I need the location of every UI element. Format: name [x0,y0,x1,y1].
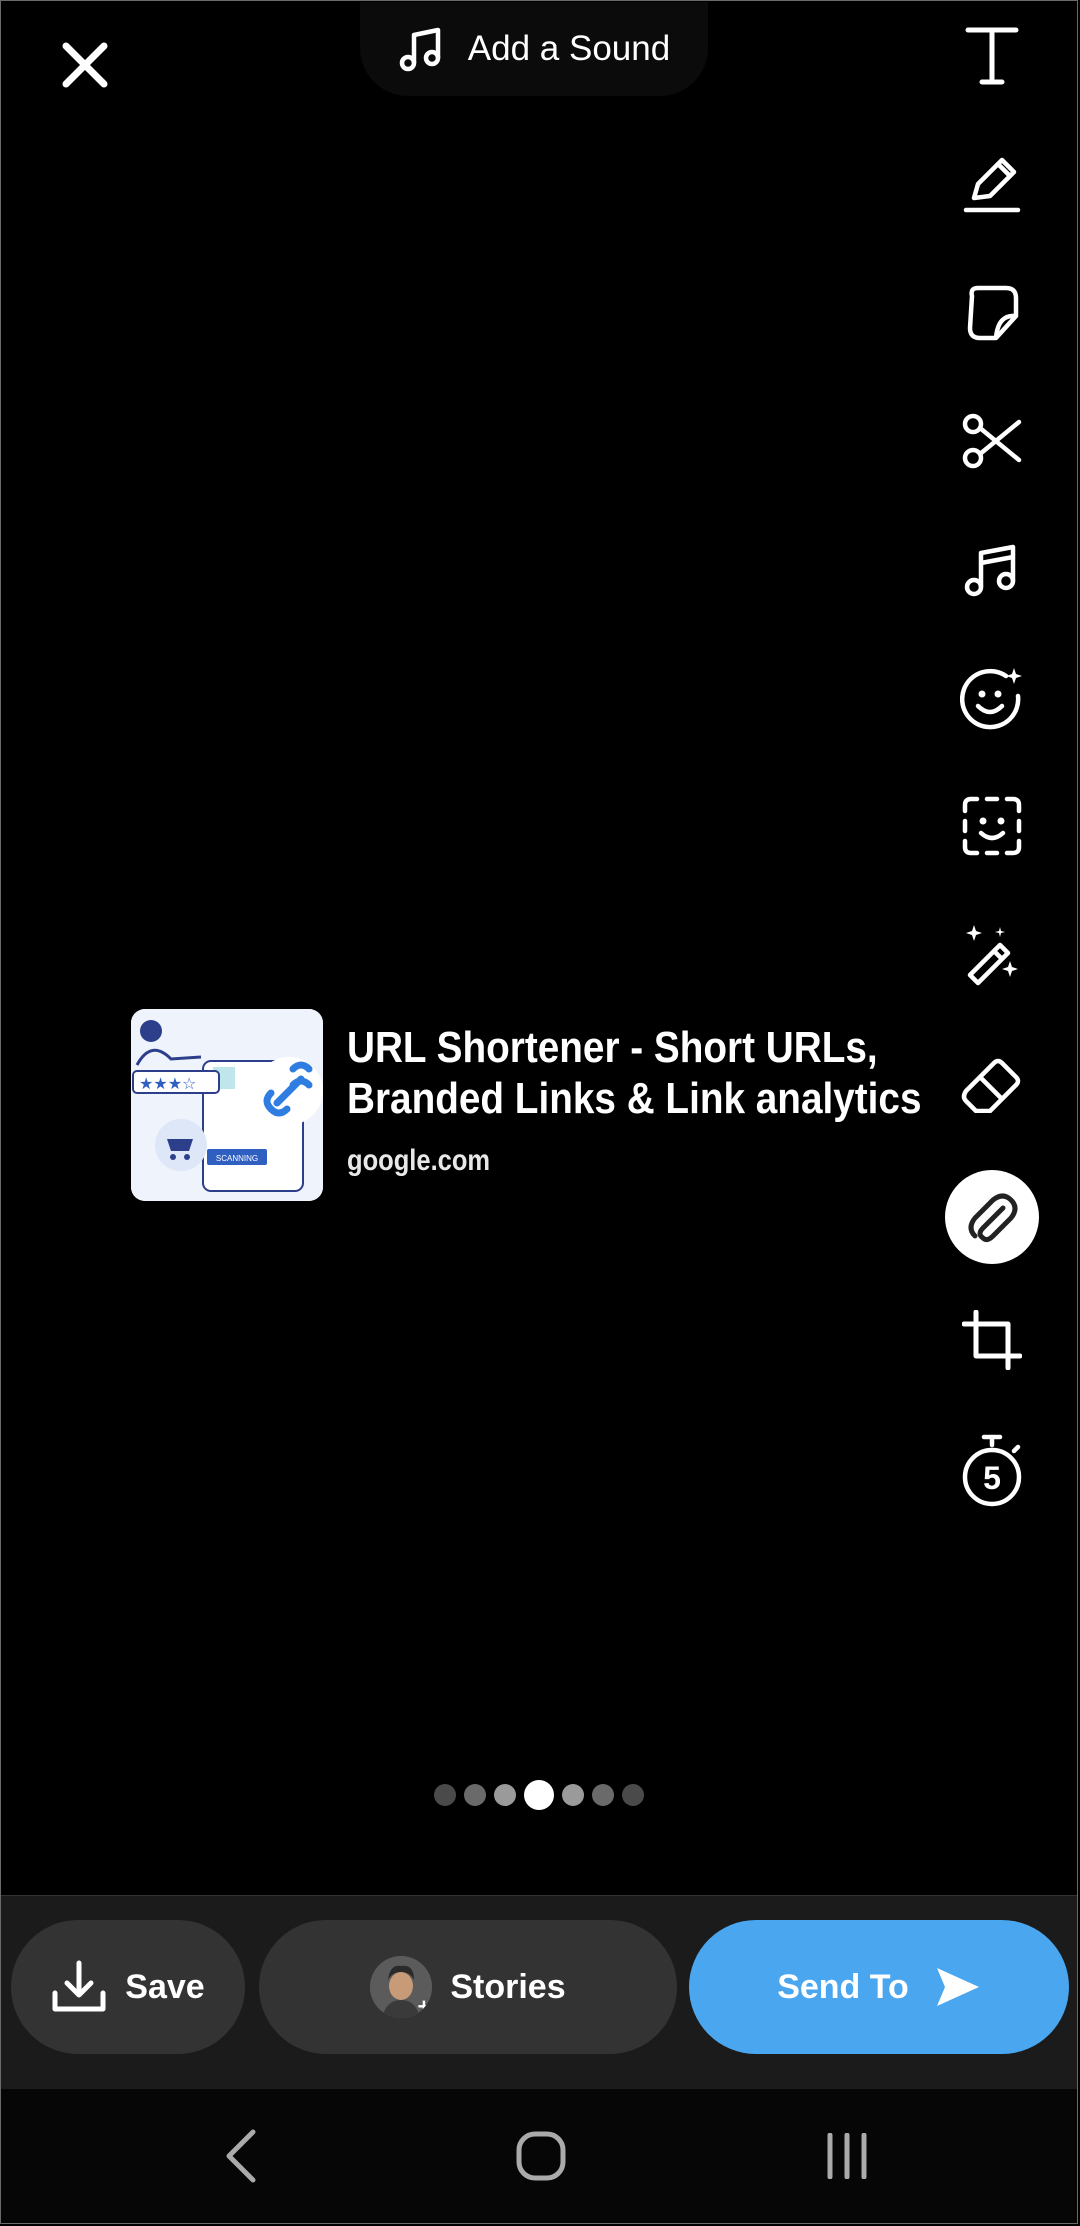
save-label: Save [125,1967,205,2006]
add-story-plus-icon: + [417,1994,431,2018]
paperclip-icon [968,1193,1018,1243]
add-sound-label: Add a Sound [467,29,671,68]
link-title-line1: URL Shortener - Short URLs, [347,1023,878,1072]
nav-recents-button[interactable] [807,2121,887,2191]
nav-back-button[interactable] [201,2121,281,2191]
music-tool[interactable] [952,530,1032,610]
pencil-icon [963,157,1021,213]
link-card[interactable]: ★★★☆ SCANNING URL Shortener - Short URLs… [131,1009,922,1201]
send-to-label: Send To [777,1967,909,2006]
draw-tool[interactable] [952,145,1032,225]
link-domain: google.com [347,1144,491,1177]
text-icon [965,27,1019,85]
sticker-tool[interactable] [952,273,1032,353]
stories-button[interactable]: + Stories [259,1920,677,2054]
save-button[interactable]: Save [11,1920,245,2054]
timer-value: 5 [983,1460,1001,1496]
link-tool[interactable] [945,1170,1039,1264]
smiley-sparkle-icon [960,668,1022,730]
scissors-icon [962,413,1022,469]
magic-tool[interactable] [952,915,1032,995]
timer-tool[interactable]: 5 [952,1430,1032,1510]
download-icon [52,1960,106,2012]
timer-icon: 5 [962,1434,1022,1507]
back-chevron-icon [226,2129,256,2183]
pager-dot[interactable] [562,1784,584,1806]
bottom-action-bar: Save + Stories Send To [1,1895,1077,2090]
eraser-icon [961,1058,1021,1113]
link-thumbnail-illustration: ★★★☆ SCANNING [131,1009,323,1201]
home-square-icon [516,2131,566,2181]
pager-dots [434,1780,644,1810]
system-nav-bar [1,2089,1077,2223]
crop-tool[interactable] [952,1300,1032,1380]
eraser-tool[interactable] [952,1044,1032,1124]
crop-icon [962,1310,1022,1370]
text-tool[interactable] [952,15,1032,95]
stories-label: Stories [450,1967,566,2006]
send-arrow-icon [936,1968,979,2006]
pager-dot[interactable] [494,1784,516,1806]
face-scan-icon [962,796,1022,856]
music-note-icon [964,544,1016,597]
pager-dot[interactable] [434,1784,456,1806]
music-note-icon [399,27,441,72]
pager-dot[interactable] [464,1784,486,1806]
scan-tool[interactable] [952,786,1032,866]
add-sound-button[interactable]: Add a Sound [360,2,708,96]
pager-dot-active[interactable] [524,1780,554,1810]
pager-dot[interactable] [622,1784,644,1806]
magic-wand-icon [966,925,1018,986]
link-thumbnail: ★★★☆ SCANNING [131,1009,323,1201]
avatar: + [370,1956,433,2018]
send-to-button[interactable]: Send To [689,1920,1069,2054]
link-title-line2: Branded Links & Link analytics [347,1074,922,1123]
close-button[interactable] [50,30,120,100]
scissors-tool[interactable] [952,401,1032,481]
close-icon [62,42,108,88]
lens-tool[interactable] [952,658,1032,738]
thumbnail-badge: SCANNING [216,1154,258,1163]
svg-text:★★★☆: ★★★☆ [139,1074,196,1093]
pager-dot[interactable] [592,1784,614,1806]
recents-icon [827,2133,867,2179]
nav-home-button[interactable] [501,2121,581,2191]
sticker-icon [967,285,1019,341]
